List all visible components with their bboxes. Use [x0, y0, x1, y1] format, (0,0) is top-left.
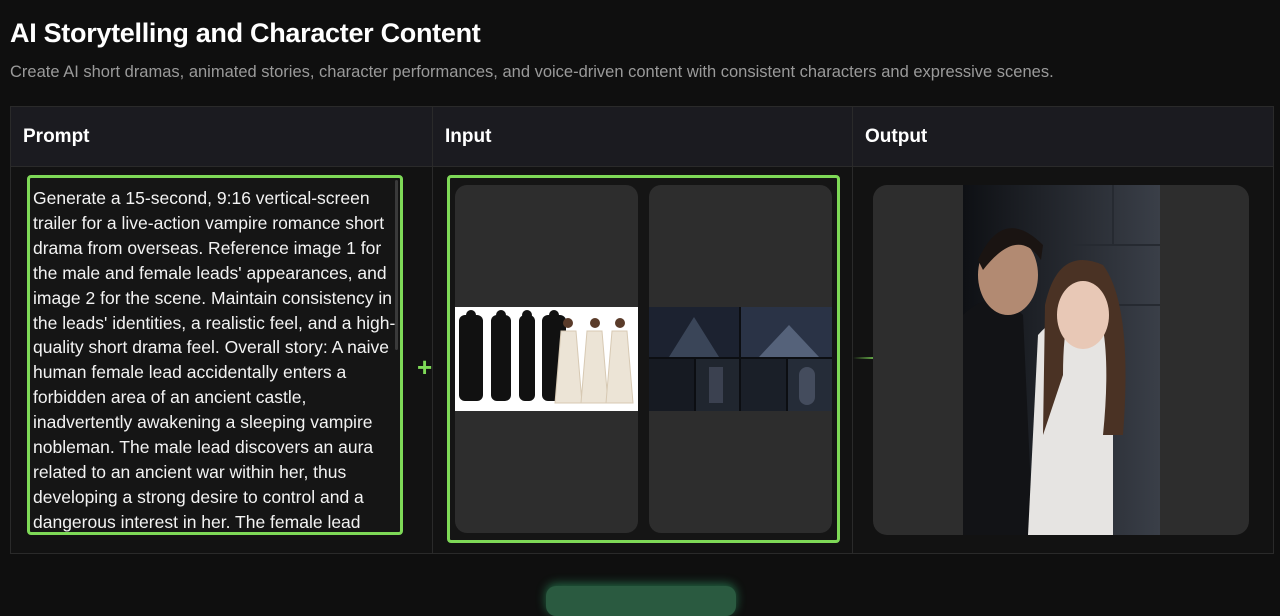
input-card-scene[interactable]: [649, 185, 832, 533]
showcase-table: Prompt Input Output Generate a 15-second…: [10, 106, 1274, 554]
output-card[interactable]: [873, 185, 1249, 535]
characters-illustration: [459, 310, 634, 404]
section-header: AI Storytelling and Character Content Cr…: [10, 18, 1270, 82]
header-input: Input: [445, 126, 492, 147]
output-image: [963, 185, 1160, 535]
input-card-characters[interactable]: [455, 185, 638, 533]
section-subtitle: Create AI short dramas, animated stories…: [10, 63, 1054, 81]
input-box: [447, 175, 840, 543]
reference-image-characters: [455, 307, 638, 411]
table-header: Prompt Input Output: [11, 107, 1273, 167]
plus-icon: +: [417, 352, 433, 382]
section-title: AI Storytelling and Character Content: [10, 18, 481, 48]
column-divider: [852, 107, 853, 553]
output-illustration: [963, 185, 1160, 535]
prompt-scrollbar[interactable]: [395, 180, 398, 350]
column-divider: [432, 107, 433, 553]
prompt-text: Generate a 15-second, 9:16 vertical-scre…: [33, 188, 396, 532]
reference-image-scene: [649, 307, 832, 411]
prompt-box[interactable]: Generate a 15-second, 9:16 vertical-scre…: [27, 175, 403, 535]
header-output: Output: [865, 126, 928, 147]
scene-illustration: [649, 307, 832, 411]
header-prompt: Prompt: [23, 126, 90, 147]
